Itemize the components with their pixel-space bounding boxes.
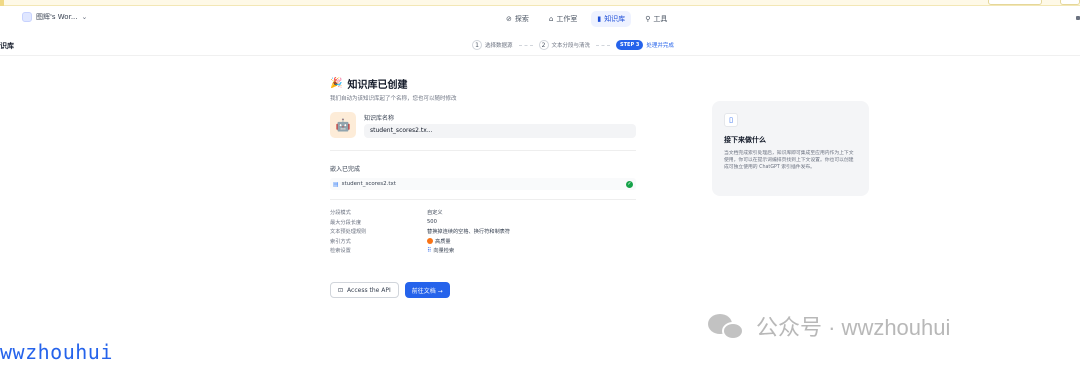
document-icon: ▤: [333, 180, 339, 188]
file-item: ▤ student_scores2.txt ✓: [330, 178, 636, 190]
action-buttons: ⊡ Access the API 前往文档 →: [330, 282, 450, 298]
chevron-down-icon: ⌄: [81, 13, 88, 21]
step-1: 1 选择数据源: [472, 40, 513, 50]
check-circle-icon: ✓: [626, 180, 633, 188]
created-subtitle: 我们自动为该知识库起了个名称，您也可以随时修改: [330, 96, 457, 102]
setting-key: 检索设置: [330, 248, 351, 255]
step-label: 处理并完成: [646, 43, 674, 49]
tool-icon: ⚲: [645, 15, 651, 23]
step-number: STEP 3: [616, 40, 644, 50]
tab-studio[interactable]: ⌂ 工作室: [543, 11, 583, 27]
setting-row: 索引方式 高质量: [330, 237, 636, 247]
setting-value: ⠿ 向量检索: [427, 247, 454, 254]
access-api-button[interactable]: ⊡ Access the API: [330, 282, 399, 298]
setting-key: 文本预处理规则: [330, 229, 367, 236]
setting-value: 500: [427, 219, 437, 225]
setting-key: 索引方式: [330, 238, 351, 245]
watermark-text: 公众号 · wwzhouhui: [756, 315, 951, 340]
setting-row: 文本预处理规则 替换掉连续的空格、换行符和制表符: [330, 227, 636, 237]
high-quality-icon: [427, 238, 433, 245]
next-steps-card: ▯ 接下来做什么 当文档完成索引处理后，知识库即可集成至应用内作为上下文使用，你…: [712, 101, 869, 196]
step-separator: [518, 44, 533, 46]
knowledge-name-input[interactable]: student_scores2.tx...: [364, 124, 636, 138]
knowledge-name-label: 知识库名称: [364, 115, 395, 122]
page-title: 识库: [0, 42, 14, 50]
workspace-switcher[interactable]: 图辉's Wor... ⌄: [22, 12, 87, 22]
user-menu-icon[interactable]: [1076, 16, 1080, 20]
embedding-status-label: 嵌入已完成: [330, 166, 361, 173]
top-notification-strip: [0, 0, 1080, 6]
vector-search-icon: ⠿: [427, 247, 432, 255]
tab-label: 工作室: [556, 15, 578, 23]
setting-row: 分段模式 自定义: [330, 208, 636, 218]
tab-label: 工具: [653, 15, 668, 23]
watermark-wechat: 公众号 · wwzhouhui: [708, 310, 950, 342]
setting-value-text: 高质量: [435, 238, 451, 245]
step-number: 2: [538, 40, 549, 50]
setting-value-text: 自定义: [427, 210, 443, 217]
step-3: STEP 3 处理并完成: [616, 40, 674, 50]
main-nav-tabs: ⊘ 探索 ⌂ 工作室 ▮ 知识库 ⚲ 工具: [500, 11, 673, 27]
setting-value-text: 向量检索: [433, 248, 455, 255]
step-number: 1: [472, 40, 482, 50]
terminal-icon: ⊡: [338, 286, 344, 294]
setting-value: 高质量: [427, 238, 451, 245]
workspace-avatar: [22, 12, 32, 22]
tab-label: 知识库: [604, 15, 626, 23]
top-navbar: 图辉's Wor... ⌄ ⊘ 探索 ⌂ 工作室 ▮ 知识库 ⚲ 工具: [0, 8, 1080, 30]
setting-row: 检索设置 ⠿ 向量检索: [330, 246, 636, 256]
api-button-label: Access the API: [347, 286, 391, 294]
next-steps-title: 接下来做什么: [724, 136, 766, 144]
wechat-logo-icon: [708, 312, 748, 340]
tab-label: 探索: [514, 15, 529, 23]
creation-result-panel: 🎉 知识库已创建 我们自动为该知识库起了个名称，您也可以随时修改 🤖 知识库名称…: [330, 76, 640, 298]
next-steps-description: 当文档完成索引处理后，知识库即可集成至应用内作为上下文使用，你可以在提示词编排页…: [724, 151, 854, 170]
workspace-name: 图辉's Wor...: [36, 13, 78, 21]
strip-left-marker: [0, 0, 4, 6]
tab-tools[interactable]: ⚲ 工具: [639, 11, 673, 27]
step-label: 文本分段与清洗: [551, 43, 591, 49]
party-popper-icon: 🎉: [330, 78, 343, 89]
studio-icon: ⌂: [548, 15, 554, 23]
step-header: 识库 1 选择数据源 2 文本分段与清洗 STEP 3 处理并完成: [0, 36, 1080, 56]
step-2: 2 文本分段与清洗: [538, 40, 591, 50]
go-to-document-button[interactable]: 前往文档 →: [404, 282, 450, 298]
compass-icon: ⊘: [506, 15, 512, 23]
step-indicator: 1 选择数据源 2 文本分段与清洗 STEP 3 处理并完成: [472, 40, 674, 50]
doc-button-label: 前往文档 →: [411, 287, 443, 295]
step-separator: [596, 44, 611, 46]
tab-explore[interactable]: ⊘ 探索: [500, 11, 535, 27]
setting-row: 最大分段长度 500: [330, 218, 636, 228]
setting-key: 分段模式: [330, 210, 351, 217]
step-label: 选择数据源: [485, 43, 513, 49]
file-name: student_scores2.txt: [341, 181, 396, 187]
created-title: 知识库已创建: [347, 80, 408, 91]
divider: [330, 150, 636, 151]
setting-value: 自定义: [427, 209, 443, 216]
watermark-author: wwzhouhui: [0, 340, 113, 364]
strip-action-button[interactable]: [988, 0, 1042, 5]
robot-avatar-icon[interactable]: 🤖: [330, 112, 356, 138]
created-heading: 🎉 知识库已创建: [330, 76, 640, 91]
book-open-icon: ▯: [724, 113, 738, 127]
divider: [330, 199, 636, 200]
strip-close-button[interactable]: [1060, 0, 1080, 5]
setting-value-text: 500: [427, 219, 437, 226]
setting-value: 替换掉连续的空格、换行符和制表符: [427, 228, 510, 235]
book-icon: ▮: [597, 15, 602, 23]
setting-value-text: 替换掉连续的空格、换行符和制表符: [427, 229, 511, 236]
tab-knowledge[interactable]: ▮ 知识库: [591, 11, 632, 27]
setting-key: 最大分段长度: [330, 219, 362, 226]
settings-summary: 分段模式 自定义 最大分段长度 500 文本预处理规则 替换掉连续的空格、换行符…: [330, 208, 636, 256]
